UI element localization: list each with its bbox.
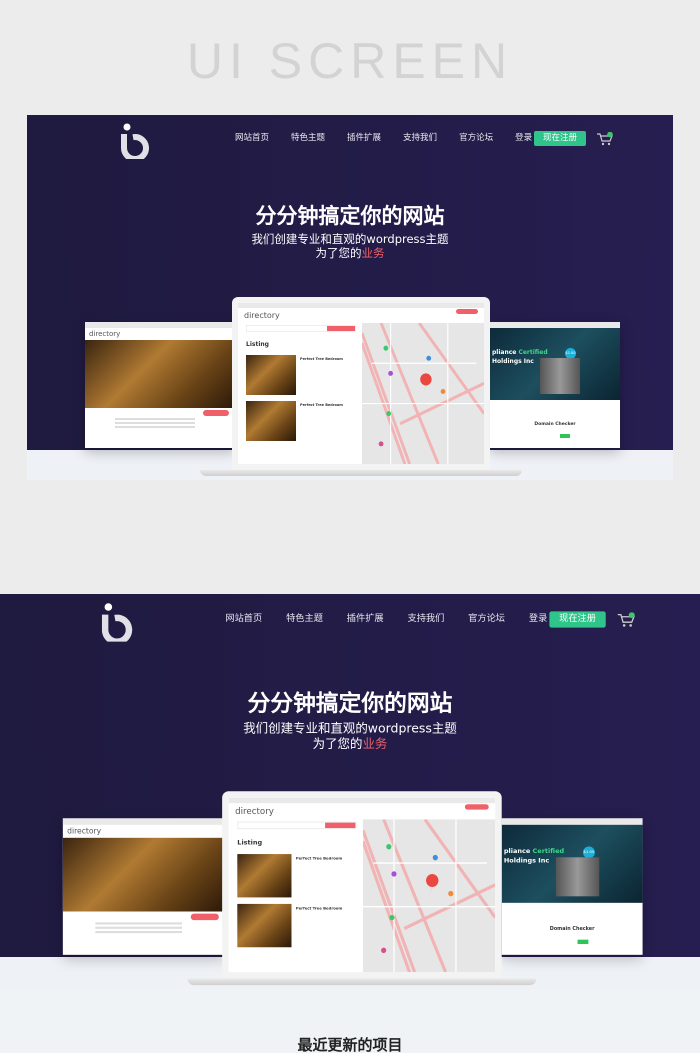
nav-home[interactable]: 网站首页: [235, 132, 269, 144]
subtitle-highlight: 业务: [361, 246, 385, 260]
logo-icon[interactable]: [121, 123, 151, 159]
nav-themes[interactable]: 特色主题: [286, 612, 323, 625]
subtitle-line1: 我们创建专业和直观的wordpress主题: [251, 232, 449, 246]
nav-support[interactable]: 支持我们: [407, 612, 444, 625]
hero-banner: 网站首页 特色主题 插件扩展 支持我们 官方论坛 登录 现在注册 分分钟搞定你的…: [0, 594, 700, 990]
laptop-brand: directory: [244, 311, 280, 320]
map-view: [361, 818, 496, 973]
cart-icon[interactable]: [617, 612, 635, 627]
mockup-brand: directory: [67, 826, 102, 836]
logo-icon[interactable]: [101, 603, 135, 642]
laptop-mockup: directory Listing Perfect Tree Bedroom P…: [222, 791, 502, 979]
hero-subtitle: 我们创建专业和直观的wordpress主题 为了您的业务: [0, 721, 700, 751]
domain-checker-label: Domain Checker: [549, 926, 595, 933]
main-nav: 网站首页 特色主题 插件扩展 支持我们 官方论坛 登录: [225, 612, 571, 625]
listing-item-title: Perfect Tree Bedroom: [295, 856, 343, 861]
nav-forum[interactable]: 官方论坛: [468, 612, 505, 625]
domain-checker-label: Domain Checker: [534, 422, 576, 427]
subtitle-prefix: 为了您的: [315, 246, 362, 260]
listing-title: Listing: [237, 838, 263, 847]
subtitle-line1: 我们创建专业和直观的wordpress主题: [243, 720, 457, 736]
banner-preview-2: 网站首页 特色主题 插件扩展 支持我们 官方论坛 登录 现在注册 分分钟搞定你的…: [0, 594, 700, 1053]
laptop-brand: directory: [235, 806, 274, 817]
laptop-base: [200, 470, 522, 476]
hero-subtitle: 我们创建专业和直观的wordpress主题 为了您的业务: [27, 232, 673, 260]
hero-title: 分分钟搞定你的网站: [247, 690, 453, 717]
nav-login[interactable]: 登录: [529, 612, 547, 625]
listing-item-title: Perfect Tree Bedroom: [300, 357, 343, 361]
register-button[interactable]: 现在注册: [549, 611, 606, 628]
nav-plugins[interactable]: 插件扩展: [347, 612, 384, 625]
nav-forum[interactable]: 官方论坛: [459, 132, 493, 144]
left-screen-mockup: directory: [62, 818, 226, 955]
nav-support[interactable]: 支持我们: [403, 132, 437, 144]
subtitle-prefix: 为了您的: [312, 735, 363, 752]
nav-home[interactable]: 网站首页: [225, 612, 262, 625]
left-screen-mockup: directory: [85, 322, 235, 448]
nav-plugins[interactable]: 插件扩展: [347, 132, 381, 144]
laptop-mockup: directory Listing Perfect Tree Bedroom P…: [232, 297, 490, 470]
laptop-base: [187, 978, 537, 986]
nav-themes[interactable]: 特色主题: [291, 132, 325, 144]
section-title: 最近更新的项目: [297, 1036, 403, 1053]
subtitle-highlight: 业务: [362, 735, 388, 752]
hero-banner: 网站首页 特色主题 插件扩展 支持我们 官方论坛 登录 现在注册 分分钟搞定你的…: [27, 115, 673, 480]
banner-preview-1: 网站首页 特色主题 插件扩展 支持我们 官方论坛 登录 现在注册 分分钟搞定你的…: [27, 115, 673, 480]
listing-item-title: Perfect Tree Bedroom: [300, 403, 343, 407]
main-nav: 网站首页 特色主题 插件扩展 支持我们 官方论坛 登录: [235, 132, 554, 144]
right-heading: pliance: [492, 349, 517, 356]
right-heading-green: Certified: [518, 349, 548, 356]
top-title: UI SCREEN: [186, 33, 514, 89]
right-heading-2: Holdings Inc: [492, 358, 534, 365]
mockup-brand: directory: [89, 330, 121, 338]
subtitle-line2: 为了您的业务: [27, 246, 673, 260]
register-button[interactable]: 现在注册: [534, 131, 586, 146]
listing-title: Listing: [246, 341, 269, 348]
banner-preview-2-content: 网站首页 特色主题 插件扩展 支持我们 官方论坛 登录 现在注册 分分钟搞定你的…: [0, 594, 700, 990]
listing-item-title: Perfect Tree Bedroom: [295, 906, 343, 911]
right-screen-mockup: pliance Certified Holdings Inc $1.00 Doma…: [490, 322, 620, 448]
right-heading: pliance: [503, 847, 531, 856]
cart-icon[interactable]: [597, 132, 613, 146]
right-heading-green: Certified: [532, 847, 565, 856]
subtitle-line2: 为了您的业务: [0, 736, 700, 751]
right-heading-2: Holdings Inc: [503, 857, 550, 865]
map-view: [360, 322, 484, 464]
right-screen-mockup: pliance Certified Holdings Inc $1.00 Doma…: [501, 818, 643, 955]
nav-login[interactable]: 登录: [515, 132, 532, 144]
hero-title: 分分钟搞定你的网站: [255, 204, 445, 228]
